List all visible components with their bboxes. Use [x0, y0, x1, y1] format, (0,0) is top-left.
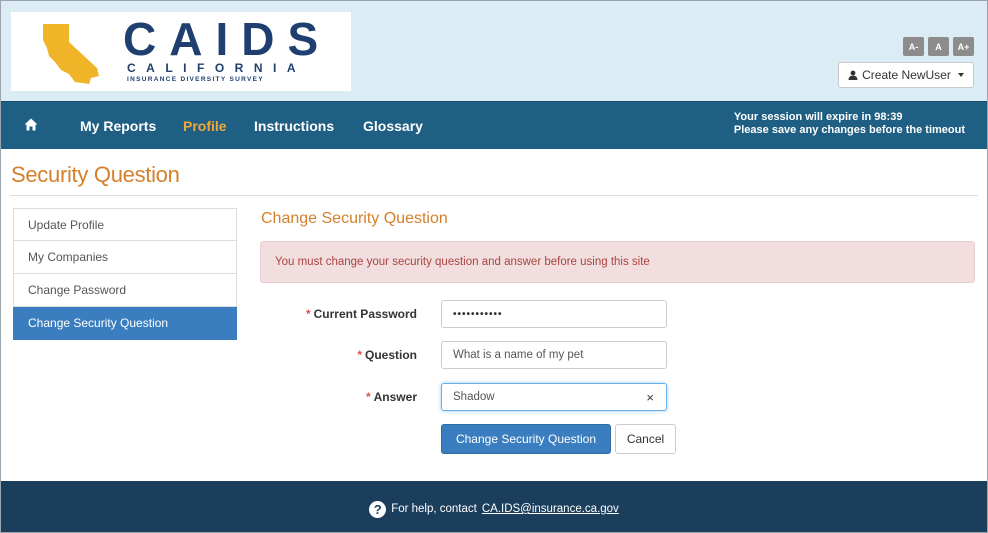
sidebar: Update Profile My Companies Change Passw…	[13, 208, 237, 340]
header: CAIDS CALIFORNIA INSURANCE DIVERSITY SUR…	[1, 1, 987, 101]
nav-glossary[interactable]: Glossary	[363, 118, 423, 134]
current-password-input[interactable]: •••••••••••	[441, 300, 667, 328]
question-input[interactable]: What is a name of my pet	[441, 341, 667, 369]
logo-state: CALIFORNIA	[127, 61, 306, 75]
footer: ? For help, contact CA.IDS@insurance.ca.…	[1, 481, 987, 532]
section-title: Change Security Question	[261, 210, 448, 227]
sidebar-item-change-security-question[interactable]: Change Security Question	[13, 307, 237, 340]
home-icon[interactable]	[24, 118, 38, 131]
answer-input[interactable]: Shadow ×	[441, 383, 667, 411]
answer-value: Shadow	[453, 391, 495, 403]
sidebar-item-change-password[interactable]: Change Password	[13, 274, 237, 307]
chevron-down-icon	[957, 73, 964, 77]
california-map-icon	[43, 24, 99, 84]
nav-my-reports[interactable]: My Reports	[80, 118, 156, 134]
font-increase-button[interactable]: A+	[953, 37, 974, 56]
alert-message: You must change your security question a…	[260, 241, 975, 283]
user-menu-label: Create NewUser	[862, 68, 951, 82]
nav-profile[interactable]: Profile	[183, 118, 227, 134]
required-marker: *	[357, 348, 362, 362]
nav-instructions[interactable]: Instructions	[254, 118, 334, 134]
sidebar-item-my-companies[interactable]: My Companies	[13, 241, 237, 274]
session-save-text: Please save any changes before the timeo…	[733, 124, 965, 136]
user-menu-button[interactable]: Create NewUser	[838, 62, 974, 88]
font-size-controls: A- A A+	[903, 37, 974, 56]
main-navbar: My Reports Profile Instructions Glossary…	[1, 101, 987, 149]
page-frame: CAIDS CALIFORNIA INSURANCE DIVERSITY SUR…	[0, 0, 988, 533]
required-marker: *	[305, 307, 311, 321]
close-icon[interactable]: ×	[646, 390, 654, 405]
help-icon: ?	[369, 500, 387, 518]
logo-title: CAIDS	[123, 13, 332, 65]
font-normal-button[interactable]: A	[928, 37, 949, 56]
support-email-link[interactable]: CA.IDS@insurance.ca.gov	[482, 503, 619, 515]
session-expire-text: Your session will expire in 98:39	[733, 111, 903, 123]
font-decrease-button[interactable]: A-	[903, 37, 924, 56]
change-security-question-button[interactable]: Change Security Question	[441, 424, 611, 454]
cancel-button[interactable]: Cancel	[615, 424, 676, 454]
required-marker: *	[365, 390, 371, 404]
session-timeout-notice: Your session will expire in 98:39 Please…	[734, 111, 965, 137]
caids-logo[interactable]: CAIDS CALIFORNIA INSURANCE DIVERSITY SUR…	[11, 12, 351, 91]
current-password-label: * Current Password	[305, 307, 417, 321]
title-divider	[10, 195, 978, 196]
logo-subtitle: INSURANCE DIVERSITY SURVEY	[127, 76, 264, 83]
footer-help-text: For help, contact	[391, 503, 477, 515]
user-icon	[848, 70, 858, 80]
sidebar-item-update-profile[interactable]: Update Profile	[13, 208, 237, 241]
answer-label: * Answer	[365, 390, 417, 404]
question-label: * Question	[357, 348, 417, 362]
page-title: Security Question	[11, 162, 180, 187]
